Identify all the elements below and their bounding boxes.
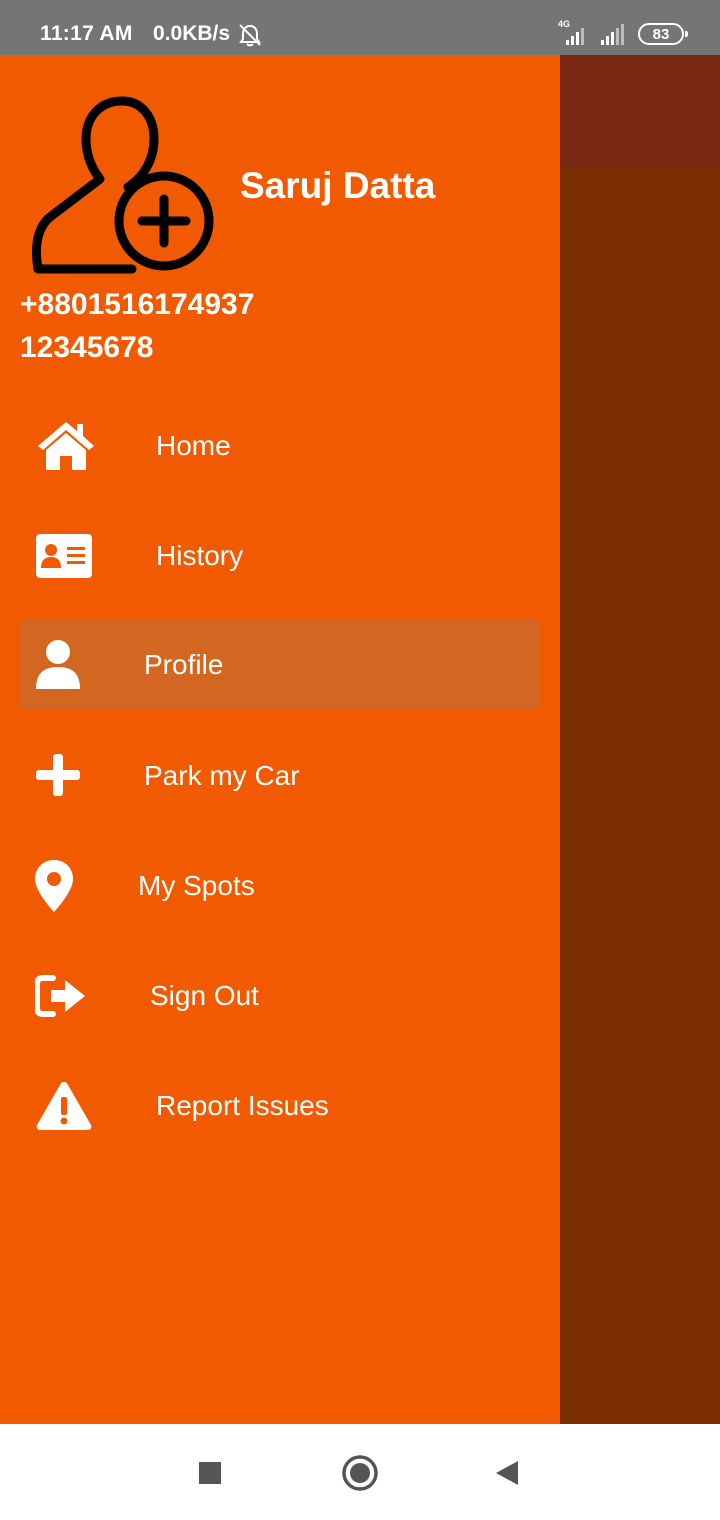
menu-label-profile: Profile [144, 649, 224, 680]
menu-item-history[interactable]: History [0, 510, 560, 600]
home-icon [38, 422, 94, 470]
back-triangle-icon[interactable] [488, 1454, 528, 1494]
menu-item-sign-out[interactable]: Sign Out [0, 950, 560, 1040]
user-icon [36, 640, 80, 689]
menu-label-report-issues: Report Issues [156, 1090, 329, 1121]
menu-label-home: Home [156, 430, 231, 461]
user-id: 12345678 [20, 331, 154, 364]
recents-square-icon[interactable] [190, 1454, 230, 1494]
sign-out-icon [35, 975, 85, 1017]
menu-item-my-spots[interactable]: My Spots [0, 840, 560, 930]
status-indicators: 4G 83 [558, 19, 688, 48]
menu-label-history: History [156, 540, 244, 571]
drawer-scrim[interactable] [560, 55, 720, 1424]
home-circle-icon[interactable] [340, 1454, 380, 1494]
network-tag: 4G [558, 19, 571, 29]
warning-icon [36, 1082, 92, 1130]
signal-icon [598, 22, 628, 46]
battery-icon: 83 [638, 23, 688, 45]
menu-label-sign-out: Sign Out [150, 980, 259, 1011]
menu-item-home[interactable]: Home [0, 400, 560, 490]
battery-level: 83 [652, 25, 670, 43]
menu-label-my-spots: My Spots [138, 870, 255, 901]
plus-icon [36, 754, 80, 796]
menu-item-profile[interactable]: Profile [0, 619, 560, 709]
menu-item-park-my-car[interactable]: Park my Car [0, 730, 560, 820]
alarm-off-icon [239, 24, 261, 47]
navigation-drawer: Saruj Datta +8801516174937 12345678 Home… [0, 55, 560, 1424]
user-name: Saruj Datta [240, 165, 436, 206]
system-nav-bar [0, 1424, 720, 1520]
menu-label-park-my-car: Park my Car [144, 760, 300, 791]
status-time: 11:17 AM [40, 22, 133, 45]
toolbar-behind-scrim [560, 55, 720, 168]
menu-item-report-issues[interactable]: Report Issues [0, 1060, 560, 1150]
network-speed: 0.0KB/s [153, 22, 231, 45]
add-user-avatar-icon[interactable] [28, 95, 218, 275]
map-pin-icon [35, 860, 73, 912]
selected-highlight [20, 619, 540, 709]
signal-4g-icon: 4G [558, 19, 588, 46]
status-bar: 11:17 AM 0.0KB/s 4G 83 [0, 0, 720, 55]
user-phone: +8801516174937 [20, 288, 255, 321]
id-card-icon [36, 534, 92, 578]
